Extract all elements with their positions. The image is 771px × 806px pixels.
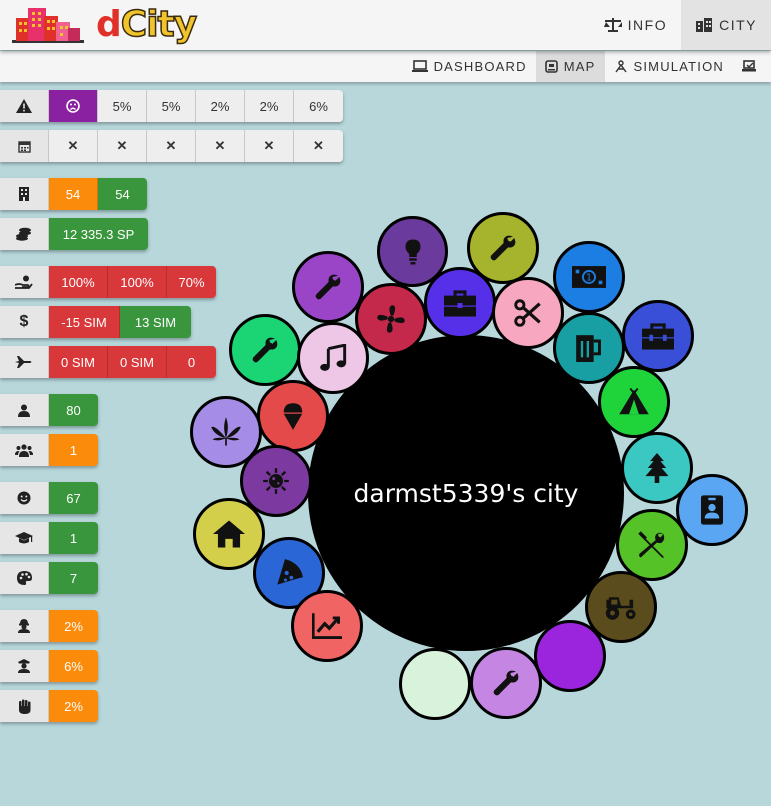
tab-map[interactable]: MAP [535,51,605,82]
logo-wordmark: dCity [96,3,198,46]
building-wrench[interactable] [470,647,542,719]
home-icon [213,520,245,548]
cannabis-leaf-icon [211,417,241,446]
tent-icon [619,388,649,415]
city-map: darmst5339's city 1 [0,0,771,724]
tractor-icon [605,597,636,620]
city-buildings-logo-icon [12,8,84,43]
app-header: dCity INFO CITY [0,0,771,50]
briefcase-icon [444,290,476,317]
nav-city-label: CITY [719,17,757,33]
dcity-logo[interactable]: dCity [12,3,198,46]
building-market[interactable] [291,590,363,662]
laptop-icon [411,60,428,72]
building-wrench[interactable] [292,251,364,323]
building-workshop[interactable] [616,509,688,581]
wrench-icon [252,337,278,363]
wrench-icon [493,670,519,696]
building-wrench[interactable] [229,314,301,386]
money-bill-icon: 1 [572,266,606,288]
building-office[interactable] [424,267,496,339]
nav-info[interactable]: INFO [590,0,681,50]
nav-city[interactable]: CITY [681,0,771,50]
top-nav: INFO CITY [590,0,771,50]
building-camp[interactable] [598,366,670,438]
scissors-icon [514,299,541,327]
logo-word-city: City [120,3,198,46]
building-icecream[interactable] [257,380,329,452]
beer-icon [576,335,601,362]
logo-letter-d: d [96,4,122,45]
tab-simulation-label: SIMULATION [633,59,724,74]
tree-icon [645,453,669,483]
tab-dashboard-label: DASHBOARD [433,59,527,74]
balance-scale-icon [603,18,622,32]
tools-icon [638,531,665,558]
lightbulb-icon [405,239,420,264]
building-bank[interactable]: 1 [553,241,625,313]
ice-cream-icon [283,403,303,430]
virus-icon [263,468,289,494]
fan-icon [377,305,405,333]
inbox-icon [742,60,756,72]
sub-nav: DASHBOARD MAP SIMULATION [0,51,771,82]
map-icon [544,60,558,73]
tab-dashboard[interactable]: DASHBOARD [403,51,536,82]
city-icon [696,18,713,32]
building-house[interactable] [193,498,265,570]
toolbox-icon [642,323,674,350]
wrench-icon [490,235,516,261]
tab-inbox[interactable] [733,51,771,82]
chart-line-icon [312,613,342,639]
tab-map-label: MAP [563,59,596,74]
pizza-icon [277,559,303,585]
building-empty[interactable] [399,648,471,720]
svg-text:1: 1 [586,273,592,284]
music-icon [320,344,347,371]
building-toolbox[interactable] [622,300,694,372]
id-badge-icon [701,495,723,525]
nav-info-label: INFO [627,17,668,33]
wrench-icon [315,274,341,300]
city-name: darmst5339's city [353,478,579,508]
tab-simulation[interactable]: SIMULATION [605,51,734,82]
building-empty[interactable] [534,620,606,692]
simulation-icon [614,60,627,73]
